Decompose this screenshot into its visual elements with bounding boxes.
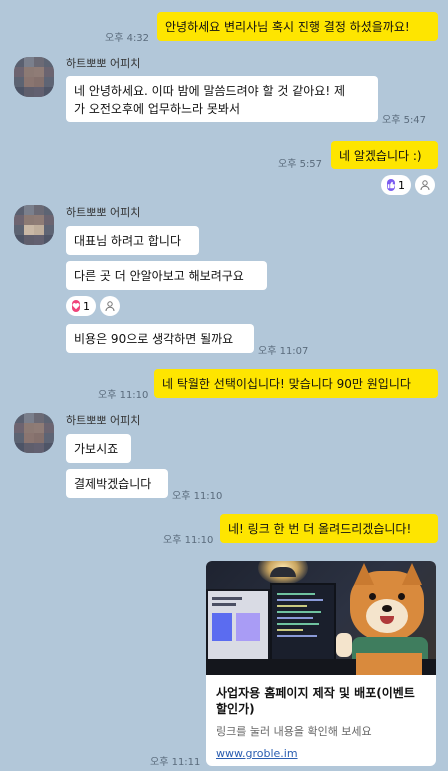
their-message-bubble[interactable]: 대표님 하려고 합니다 [66, 226, 199, 255]
message-time: 오후 5:47 [382, 115, 427, 126]
sender-name: 하트뽀뽀 어피치 [66, 206, 141, 219]
my-message-bubble[interactable]: 안녕하세요 변리사님 혹시 진행 결정 하셨을까요! [157, 12, 438, 41]
person-icon [420, 180, 430, 191]
heart-icon [72, 300, 80, 312]
reaction-count: 1 [83, 299, 90, 313]
avatar[interactable] [14, 205, 54, 245]
message-line: 가 오전오후에 업무하느라 못봐서 [74, 102, 241, 116]
reaction-add-button[interactable] [415, 175, 435, 195]
their-message-bubble[interactable]: 비용은 90으로 생각하면 될까요 [66, 324, 254, 353]
link-preview-title: 사업자용 홈페이지 제작 및 배포(이벤트 할인가) [216, 686, 415, 716]
reaction-heart[interactable]: 1 [66, 296, 96, 316]
message-time: 오후 11:11 [150, 757, 201, 768]
reaction-count: 1 [398, 178, 405, 192]
message-time: 오후 11:07 [258, 346, 309, 357]
message-time: 오후 11:10 [172, 491, 223, 502]
my-message-bubble[interactable]: 네! 링크 한 번 더 올려드리겠습니다! [220, 514, 438, 543]
reaction-like[interactable]: 1 [381, 175, 411, 195]
reaction-add-button[interactable] [100, 296, 120, 316]
my-message-bubble[interactable]: 네 알겠습니다 :) [331, 141, 438, 169]
link-preview-image [206, 561, 436, 675]
their-message-bubble[interactable]: 결제박겠습니다 [66, 469, 168, 498]
message-time: 오후 11:10 [98, 390, 149, 401]
thumbs-up-icon [387, 179, 395, 191]
their-message-bubble[interactable]: 다른 곳 더 안알아보고 해보려구요 [66, 261, 267, 290]
their-message-bubble[interactable]: 네 안녕하세요. 이따 밤에 말씀드려야 할 것 같아요! 제 가 오전오후에 … [66, 76, 378, 122]
my-message-bubble[interactable]: 네 탁월한 선택이십니다! 맞습니다 90만 원입니다 [154, 369, 438, 398]
avatar[interactable] [14, 57, 54, 97]
message-time: 오후 11:10 [163, 535, 214, 546]
link-preview-url[interactable]: www.groble.im [216, 747, 426, 760]
avatar[interactable] [14, 413, 54, 453]
message-time: 오후 5:57 [278, 159, 323, 170]
link-preview-card[interactable]: 사업자용 홈페이지 제작 및 배포(이벤트 할인가) 링크를 눌러 내용을 확인… [206, 561, 436, 766]
sender-name: 하트뽀뽀 어피치 [66, 57, 141, 70]
sender-name: 하트뽀뽀 어피치 [66, 414, 141, 427]
message-time: 오후 4:32 [105, 33, 150, 44]
message-line: 네 안녕하세요. 이따 밤에 말씀드려야 할 것 같아요! 제 [74, 84, 345, 98]
person-icon [105, 301, 115, 312]
link-preview-description: 링크를 눌러 내용을 확인해 보세요 [216, 725, 372, 738]
their-message-bubble[interactable]: 가보시죠 [66, 434, 131, 463]
